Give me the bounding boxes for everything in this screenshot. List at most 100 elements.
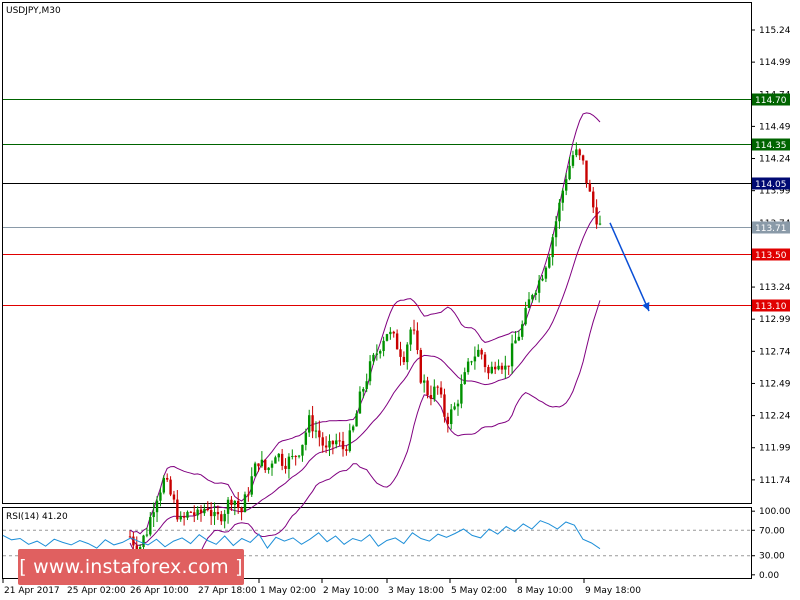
candle-body xyxy=(311,415,314,432)
candle-body xyxy=(274,457,277,464)
candle-body xyxy=(142,535,145,548)
candle-body xyxy=(253,463,257,477)
candle-body xyxy=(321,437,324,446)
candle-body xyxy=(477,349,480,357)
candle-body xyxy=(291,455,294,457)
candle-body xyxy=(561,190,565,203)
candle-body xyxy=(233,500,237,505)
candle-body xyxy=(335,440,338,445)
candle-body xyxy=(196,509,199,516)
candle-body xyxy=(517,336,521,341)
candle-body xyxy=(355,413,358,427)
rsi-tick-label: 70.00 xyxy=(759,526,785,536)
time-tick-label: 21 Apr 2017 xyxy=(4,586,60,596)
candle-body xyxy=(453,406,456,410)
candle-body xyxy=(537,280,541,293)
candle-body xyxy=(314,430,318,432)
price-tick-label: 114.99 xyxy=(759,58,791,68)
candle-body xyxy=(284,465,287,469)
candle-body xyxy=(412,329,416,331)
candle-body xyxy=(422,380,426,383)
forecast-arrow-shaft xyxy=(609,222,650,312)
candle-body xyxy=(341,440,345,450)
candle-body xyxy=(250,476,253,495)
bollinger-middle xyxy=(129,210,601,547)
rsi-tick-label: 0.00 xyxy=(759,571,779,581)
candle-body xyxy=(433,386,436,399)
candle-body xyxy=(145,534,149,536)
candle-body xyxy=(179,516,182,520)
candle-body xyxy=(585,160,588,184)
level-lines xyxy=(3,99,751,306)
watermark-logo: [ www.instaforex.com ] xyxy=(18,549,244,585)
candle-body xyxy=(551,237,554,258)
level-tag-label: 113.10 xyxy=(755,302,787,312)
candle-body xyxy=(558,202,561,222)
candle-body xyxy=(385,334,389,341)
candle-body xyxy=(182,516,186,518)
candle-body xyxy=(544,267,548,279)
rsi-tick-label: 100.00 xyxy=(759,507,791,517)
candle-body xyxy=(169,479,172,495)
candle-body xyxy=(267,467,270,471)
candle-body xyxy=(209,510,213,517)
candle-body xyxy=(389,331,392,335)
candle-body xyxy=(213,511,216,517)
candle-body xyxy=(176,499,179,520)
candle-body xyxy=(402,356,406,363)
candle-body xyxy=(446,416,450,425)
candle-body xyxy=(189,511,193,513)
candle-body xyxy=(473,356,477,362)
time-tick-label: 25 Apr 02:00 xyxy=(67,586,126,596)
price-tick-label: 113.24 xyxy=(759,283,791,293)
candle-body xyxy=(287,456,291,469)
rsi-axis: 100.00 70.00 30.00 0.00 xyxy=(751,507,791,581)
candle-body xyxy=(338,440,341,442)
candle-body xyxy=(527,299,531,308)
candle-body xyxy=(264,459,267,471)
candle-body xyxy=(524,307,527,325)
candle-body xyxy=(243,494,247,513)
candle-body xyxy=(507,365,510,367)
candle-body xyxy=(392,331,395,334)
candle-body xyxy=(155,500,159,513)
candle-body xyxy=(470,361,473,363)
candle-body xyxy=(521,324,524,337)
candle-body xyxy=(456,403,460,407)
candle-body xyxy=(365,381,368,389)
candle-body xyxy=(220,514,223,522)
candle-body xyxy=(497,365,500,370)
candle-body xyxy=(368,361,372,382)
candle-body xyxy=(564,179,568,191)
candle-body xyxy=(483,354,487,368)
candle-body xyxy=(199,509,203,514)
candle-body xyxy=(531,295,534,300)
candle-body xyxy=(230,499,233,505)
candle-body xyxy=(128,536,132,538)
candle-body xyxy=(159,492,162,501)
level-tag-label: 114.05 xyxy=(755,180,787,190)
candle-body xyxy=(226,499,230,514)
level-tag-label: 113.50 xyxy=(755,251,787,261)
candle-body xyxy=(328,440,331,448)
price-tick-label: 112.74 xyxy=(759,347,791,357)
candle-body xyxy=(409,329,412,345)
candle-body xyxy=(493,366,497,370)
candle-body xyxy=(460,383,463,404)
time-tick-label: 3 May 18:00 xyxy=(388,586,444,596)
candle-body xyxy=(318,430,321,438)
candle-body xyxy=(203,508,206,514)
candle-body xyxy=(162,477,166,493)
candle-body xyxy=(581,155,585,161)
candle-body xyxy=(541,278,544,281)
candle-body xyxy=(571,155,575,166)
candle-body xyxy=(439,387,443,395)
candle-body xyxy=(399,349,402,357)
time-tick-label: 2 May 10:00 xyxy=(323,586,379,596)
candle-body xyxy=(270,463,274,468)
price-pane-frame xyxy=(2,2,752,504)
price-tick-label: 112.49 xyxy=(759,379,791,389)
bollinger-upper xyxy=(129,112,601,535)
candle-body xyxy=(514,340,517,344)
candle-body xyxy=(466,361,470,373)
